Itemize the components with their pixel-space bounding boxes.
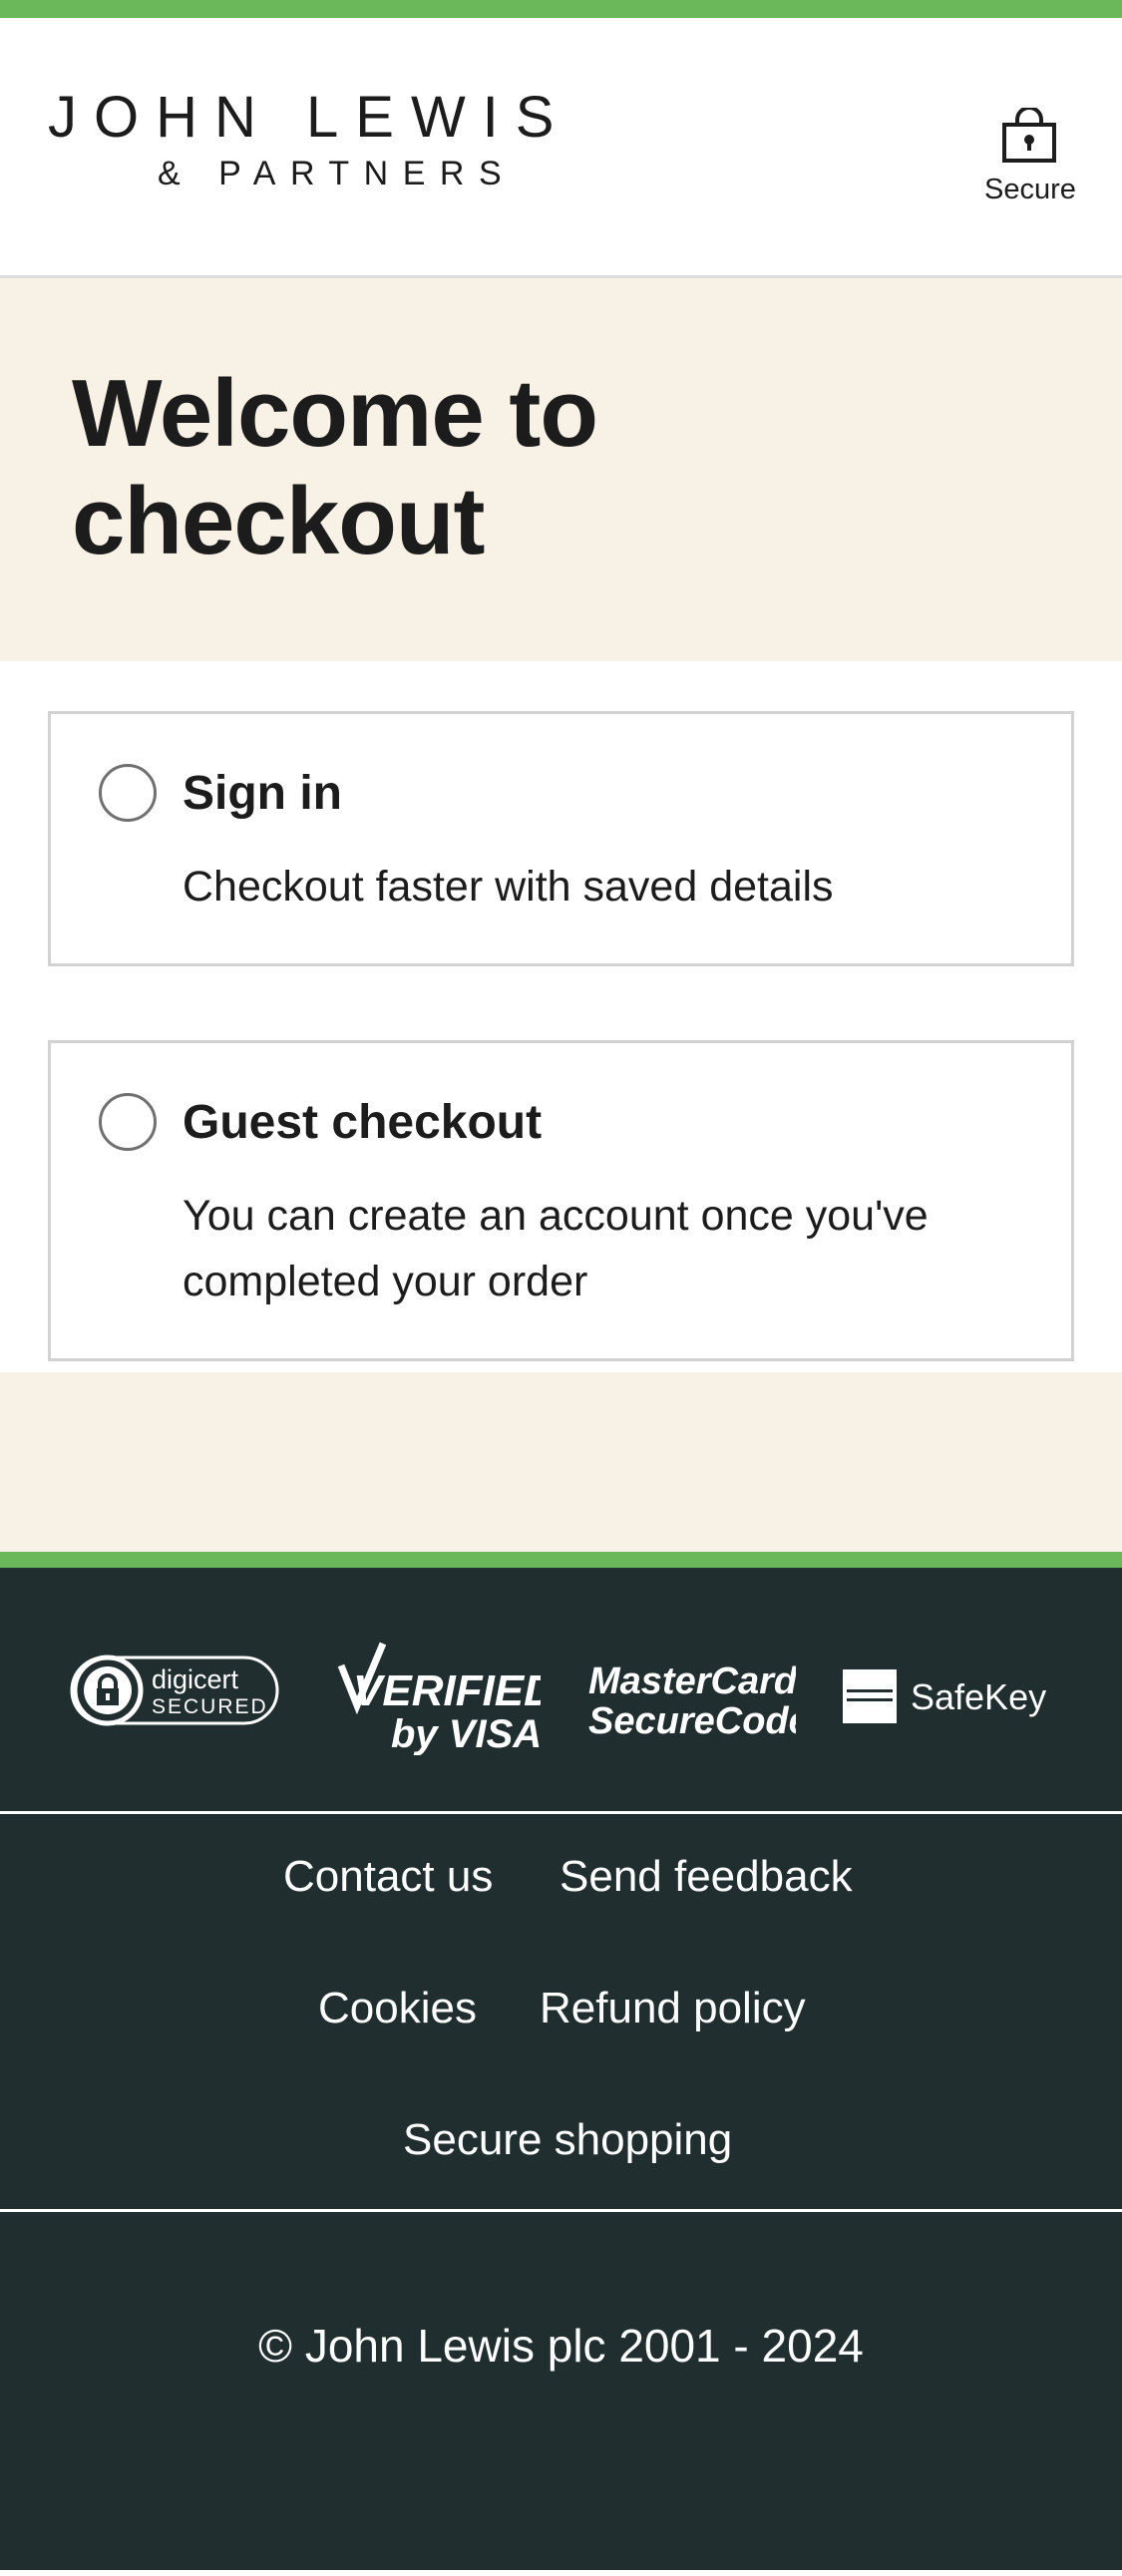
secure-indicator: Secure bbox=[984, 108, 1076, 206]
top-accent-bar bbox=[0, 0, 1122, 18]
footer-accent-bar bbox=[0, 1552, 1122, 1568]
site-footer: digicert SECURED VERIFIED by VISA Master… bbox=[0, 1568, 1122, 2570]
site-header: JOHN LEWIS & PARTNERS Secure bbox=[0, 18, 1122, 278]
digicert-badge: digicert SECURED bbox=[70, 1652, 279, 1734]
sign-in-option[interactable]: Sign in Checkout faster with saved detai… bbox=[48, 711, 1074, 966]
sign-in-description: Checkout faster with saved details bbox=[183, 863, 834, 911]
mastercard-bottom-text: SecureCode. bbox=[588, 1700, 796, 1742]
security-badges: digicert SECURED VERIFIED by VISA Master… bbox=[0, 1568, 1122, 1814]
visa-top-text: VERIFIED bbox=[353, 1666, 541, 1715]
secure-shopping-link[interactable]: Secure shopping bbox=[403, 2115, 732, 2165]
copyright: © John Lewis plc 2001 - 2024 bbox=[258, 2320, 864, 2372]
lock-icon bbox=[1002, 108, 1056, 163]
logo-line-1: JOHN LEWIS bbox=[48, 85, 571, 150]
amex-logo-icon bbox=[843, 1669, 897, 1723]
sign-in-radio[interactable] bbox=[99, 764, 157, 822]
verified-by-visa-badge: VERIFIED by VISA bbox=[331, 1636, 556, 1760]
cookies-link[interactable]: Cookies bbox=[318, 1984, 477, 2033]
guest-checkout-option[interactable]: Guest checkout You can create an account… bbox=[48, 1040, 1074, 1361]
digicert-top-text: digicert bbox=[152, 1664, 239, 1694]
logo-line-2: & PARTNERS bbox=[158, 155, 517, 192]
visa-bottom-text: by VISA bbox=[391, 1712, 541, 1755]
guest-checkout-title: Guest checkout bbox=[183, 1096, 543, 1149]
footer-links: Contact us Send feedback Cookies Refund … bbox=[0, 1814, 1122, 2212]
john-lewis-logo[interactable]: JOHN LEWIS & PARTNERS bbox=[48, 84, 606, 195]
mastercard-securecode-badge: MasterCard. SecureCode. bbox=[586, 1657, 820, 1752]
page-title: Welcome to checkout bbox=[72, 360, 598, 574]
digicert-bottom-text: SECURED bbox=[152, 1695, 268, 1718]
checkout-options: Sign in Checkout faster with saved detai… bbox=[0, 661, 1122, 1372]
secure-label: Secure bbox=[984, 174, 1076, 205]
guest-checkout-radio[interactable] bbox=[99, 1093, 157, 1151]
guest-checkout-description: You can create an account once you've co… bbox=[183, 1192, 929, 1305]
safekey-text: SafeKey bbox=[911, 1676, 1046, 1717]
mastercard-top-text: MasterCard. bbox=[588, 1660, 796, 1702]
sign-in-title: Sign in bbox=[183, 767, 342, 820]
send-feedback-link[interactable]: Send feedback bbox=[560, 1852, 853, 1902]
amex-safekey-badge: SafeKey bbox=[841, 1665, 1060, 1734]
contact-us-link[interactable]: Contact us bbox=[283, 1852, 493, 1902]
welcome-hero: Welcome to checkout bbox=[0, 278, 1122, 661]
cream-spacer bbox=[0, 1372, 1122, 1552]
refund-policy-link[interactable]: Refund policy bbox=[540, 1984, 806, 2033]
